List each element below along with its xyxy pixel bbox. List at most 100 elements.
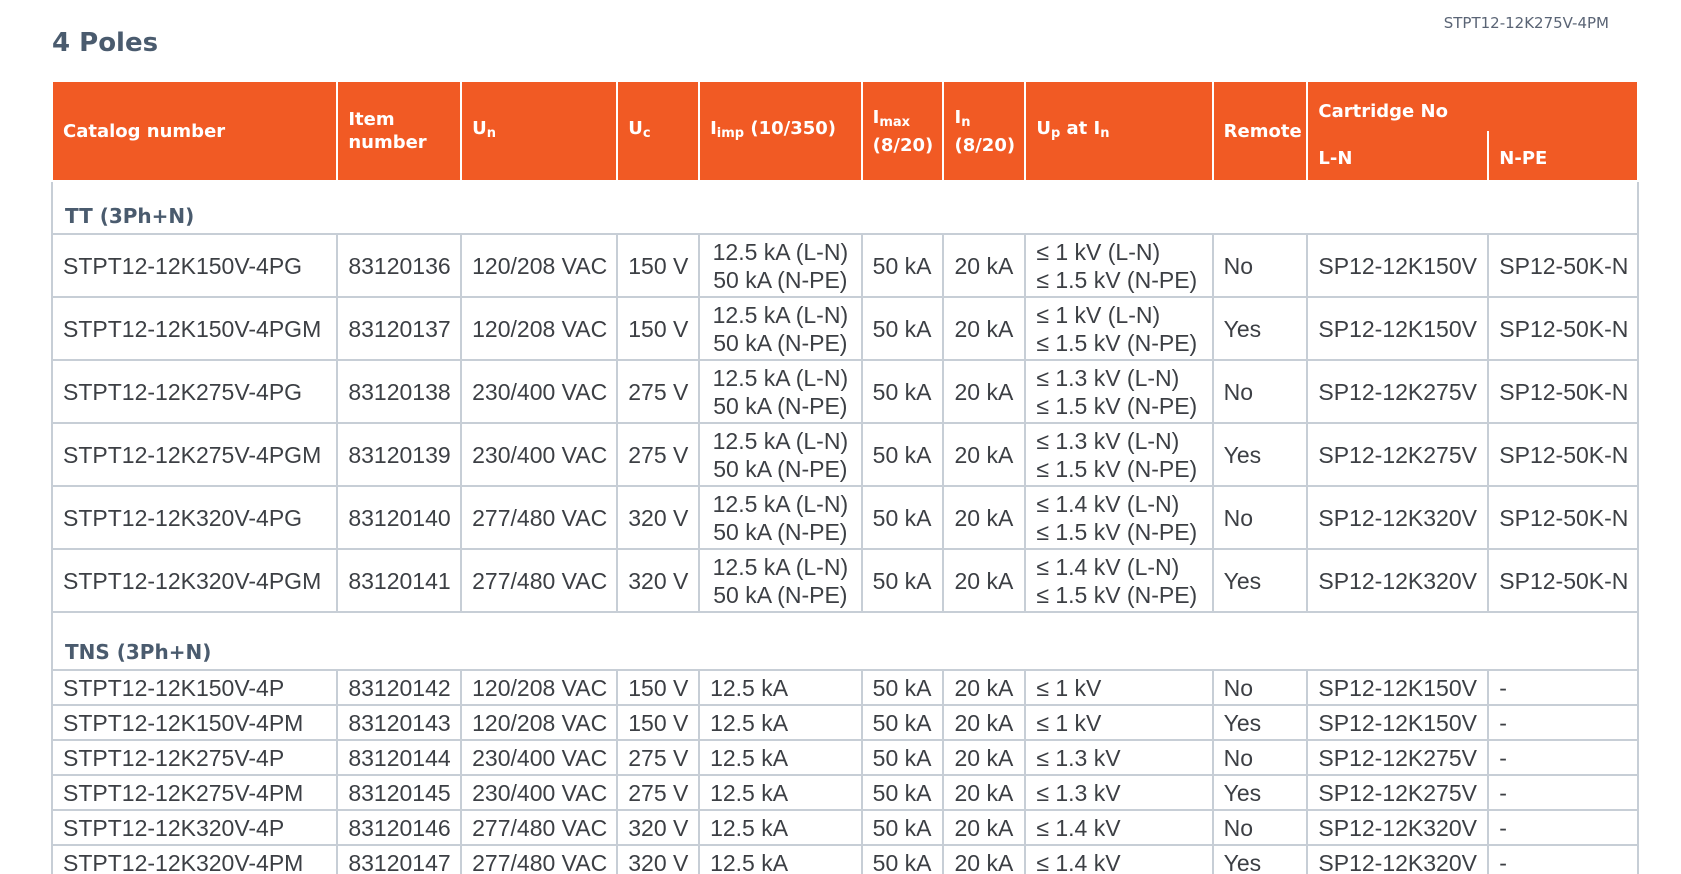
cell-iimp-line: 12.5 kA xyxy=(710,814,789,841)
cell-imax: 50 kA xyxy=(860,809,945,846)
cell-catalog-number: STPT12-12K275V-4PGM xyxy=(50,422,339,487)
cell-un: 277/480 VAC xyxy=(460,809,619,846)
cell-un: 277/480 VAC xyxy=(460,844,619,874)
cell-catalog-number: STPT12-12K320V-4PG xyxy=(50,485,339,550)
cell-iimp-line: 12.5 kA (L-N) xyxy=(712,238,849,265)
header-imax: Imax (8/20) xyxy=(860,80,945,182)
cell-up: ≤ 1 kV xyxy=(1024,669,1214,706)
cell-in: 20 kA xyxy=(942,844,1027,874)
cell-imax: 50 kA xyxy=(860,359,945,424)
cell-cartridge-npe: - xyxy=(1487,669,1639,706)
cell-uc: 150 V xyxy=(616,233,701,298)
cell-cartridge-ln: SP12-12K320V xyxy=(1306,485,1490,550)
cell-up-line: ≤ 1.5 kV (N-PE) xyxy=(1036,455,1198,482)
cell-iimp: 12.5 kA (L-N) 50 kA (N-PE) xyxy=(698,233,863,298)
cell-un: 277/480 VAC xyxy=(460,548,619,613)
cell-catalog-number: STPT12-12K275V-4P xyxy=(50,739,339,776)
cell-un: 120/208 VAC xyxy=(460,296,619,361)
cell-remote: Yes xyxy=(1211,704,1309,741)
cell-up: ≤ 1.4 kV xyxy=(1024,844,1214,874)
cell-iimp-line: 12.5 kA xyxy=(710,849,789,874)
cell-imax: 50 kA xyxy=(860,485,945,550)
cell-iimp-line: 12.5 kA (L-N) xyxy=(712,427,849,454)
cell-remote: Yes xyxy=(1211,548,1309,613)
cell-up-line: ≤ 1.5 kV (N-PE) xyxy=(1036,392,1198,419)
table-row: STPT12-12K275V-4P 83120144 230/400 VAC 275 … xyxy=(50,739,1639,776)
cell-in: 20 kA xyxy=(942,669,1027,706)
cell-iimp-line: 12.5 kA (L-N) xyxy=(712,364,849,391)
cell-up-line: ≤ 1 kV xyxy=(1036,709,1102,736)
cell-uc: 320 V xyxy=(616,809,701,846)
cell-imax: 50 kA xyxy=(860,422,945,487)
cell-item-number: 83120139 xyxy=(336,422,463,487)
header-remote: Remote xyxy=(1211,80,1309,182)
cell-un: 120/208 VAC xyxy=(460,704,619,741)
header-in: In (8/20) xyxy=(942,80,1027,182)
cell-uc: 320 V xyxy=(616,485,701,550)
cell-up-line: ≤ 1.4 kV xyxy=(1036,849,1121,874)
cell-remote: No xyxy=(1211,809,1309,846)
cell-remote: No xyxy=(1211,669,1309,706)
table-row: STPT12-12K275V-4PG 83120138 230/400 VAC 275… xyxy=(50,359,1639,424)
cell-iimp: 12.5 kA (L-N) 50 kA (N-PE) xyxy=(698,296,863,361)
cell-cartridge-npe: SP12-50K-N xyxy=(1487,485,1639,550)
cell-imax: 50 kA xyxy=(860,669,945,706)
cell-item-number: 83120137 xyxy=(336,296,463,361)
cell-uc: 275 V xyxy=(616,359,701,424)
cell-iimp-line: 50 kA (N-PE) xyxy=(713,581,848,608)
cell-up-line: ≤ 1.5 kV (N-PE) xyxy=(1036,581,1198,608)
cell-un: 120/208 VAC xyxy=(460,233,619,298)
cell-cartridge-ln: SP12-12K275V xyxy=(1306,739,1490,776)
header-cartridge-ln: L-N xyxy=(1306,131,1490,182)
cell-imax: 50 kA xyxy=(860,704,945,741)
table-body: TT (3Ph+N) STPT12-12K150V-4PG 83120136 120/… xyxy=(50,180,1639,874)
cell-remote: Yes xyxy=(1211,296,1309,361)
cell-cartridge-npe: SP12-50K-N xyxy=(1487,233,1639,298)
page-title: 4 Poles xyxy=(52,28,159,58)
cell-up-line: ≤ 1.3 kV (L-N) xyxy=(1036,364,1180,391)
cell-imax: 50 kA xyxy=(860,774,945,811)
cell-up: ≤ 1.3 kV xyxy=(1024,774,1214,811)
cell-in: 20 kA xyxy=(942,548,1027,613)
cell-iimp-line: 50 kA (N-PE) xyxy=(713,266,848,293)
cell-iimp-line: 12.5 kA (L-N) xyxy=(712,301,849,328)
cell-cartridge-npe: - xyxy=(1487,739,1639,776)
header-cartridge: Cartridge No xyxy=(1306,80,1639,131)
cell-up: ≤ 1.4 kV xyxy=(1024,809,1214,846)
table-header: Catalog number Item number Un Uc Iimp (1… xyxy=(50,80,1639,182)
cell-iimp: 12.5 kA xyxy=(698,809,863,846)
document-reference: STPT12-12K275V-4PM xyxy=(1443,14,1609,32)
cell-iimp-line: 12.5 kA (L-N) xyxy=(712,553,849,580)
header-uc: Uc xyxy=(616,80,701,182)
cell-cartridge-npe: - xyxy=(1487,844,1639,874)
cell-remote: Yes xyxy=(1211,422,1309,487)
cell-in: 20 kA xyxy=(942,233,1027,298)
cell-remote: No xyxy=(1211,233,1309,298)
cell-remote: No xyxy=(1211,359,1309,424)
cell-iimp-line: 12.5 kA xyxy=(710,674,789,701)
cell-up: ≤ 1 kV xyxy=(1024,704,1214,741)
cell-cartridge-npe: SP12-50K-N xyxy=(1487,422,1639,487)
cell-cartridge-npe: - xyxy=(1487,704,1639,741)
cell-in: 20 kA xyxy=(942,485,1027,550)
cell-up-line: ≤ 1.5 kV (N-PE) xyxy=(1036,329,1198,356)
header-item-number: Item number xyxy=(336,80,463,182)
cell-cartridge-ln: SP12-12K150V xyxy=(1306,669,1490,706)
table-row: STPT12-12K150V-4PG 83120136 120/208 VAC 150… xyxy=(50,233,1639,298)
cell-cartridge-ln: SP12-12K320V xyxy=(1306,809,1490,846)
cell-iimp: 12.5 kA xyxy=(698,774,863,811)
cell-in: 20 kA xyxy=(942,359,1027,424)
cell-up-line: ≤ 1 kV (L-N) xyxy=(1036,238,1161,265)
cell-cartridge-ln: SP12-12K320V xyxy=(1306,548,1490,613)
cell-up-line: ≤ 1 kV xyxy=(1036,674,1102,701)
cell-iimp-line: 12.5 kA (L-N) xyxy=(712,490,849,517)
cell-imax: 50 kA xyxy=(860,548,945,613)
cell-un: 277/480 VAC xyxy=(460,485,619,550)
group-row: TNS (3Ph+N) xyxy=(51,611,1639,671)
group-title: TT (3Ph+N) xyxy=(51,180,1639,235)
cell-uc: 275 V xyxy=(616,774,701,811)
header-catalog-number: Catalog number xyxy=(50,80,339,182)
cell-up: ≤ 1.4 kV (L-N) ≤ 1.5 kV (N-PE) xyxy=(1024,485,1214,550)
cell-remote: No xyxy=(1211,739,1309,776)
table-row: STPT12-12K320V-4PM 83120147 277/480 VAC 320… xyxy=(50,844,1639,874)
